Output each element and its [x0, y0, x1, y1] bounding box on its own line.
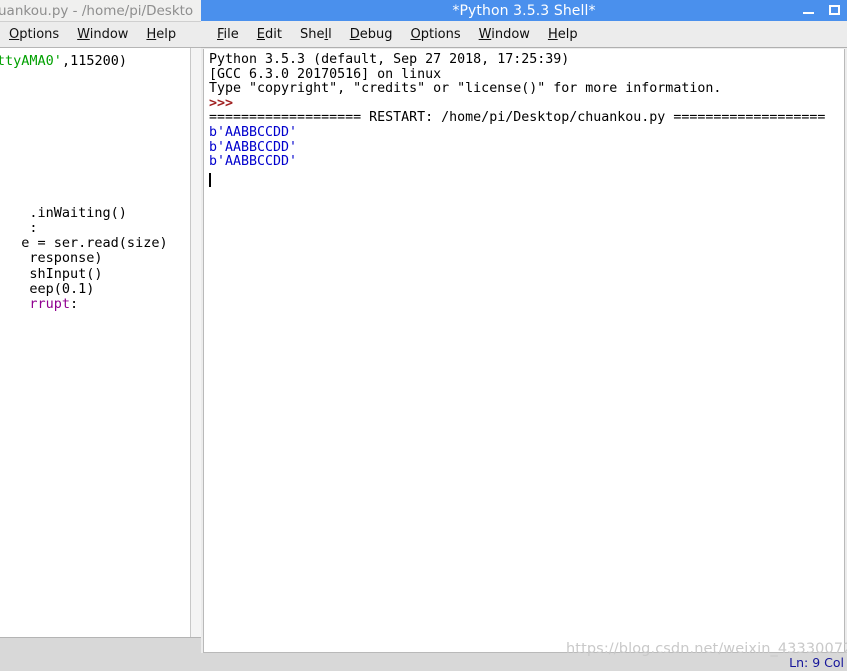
code-token: '/dev/ttyAMA0' — [0, 53, 62, 69]
code-token: ,115200) — [61, 53, 127, 69]
shell-titlebar[interactable]: *Python 3.5.3 Shell* — [201, 0, 847, 21]
shell-output-text: Python 3.5.3 (default, Sep 27 2018, 17:2… — [209, 52, 826, 170]
minimize-button[interactable] — [802, 4, 815, 17]
editor-line: eep(0.1) — [0, 280, 168, 297]
shell-menu-options[interactable]: Options — [401, 27, 469, 42]
shell-menu-debug-label: ebug — [359, 26, 393, 42]
shell-menu-shell-pre: She — [299, 26, 325, 42]
code-token: rrupt — [29, 296, 71, 312]
editor-statusbar — [0, 637, 203, 671]
editor-titlebar[interactable]: uankou.py - /home/pi/Deskto — [0, 0, 203, 21]
code-token: response) — [29, 250, 103, 267]
shell-output-area[interactable]: Python 3.5.3 (default, Sep 27 2018, 17:2… — [203, 49, 845, 653]
editor-menu-window[interactable]: Window — [68, 27, 137, 42]
shell-menu-edit-acc: E — [256, 26, 265, 42]
shell-menu-help-acc: H — [547, 26, 558, 42]
line-column-indicator: Ln: 9 Col — [789, 654, 844, 670]
editor-menubar[interactable]: Options Window Help — [0, 21, 203, 48]
shell-menu-file-label: ile — [223, 26, 239, 42]
code-token: shInput() — [29, 265, 103, 282]
shell-menu-window-acc: W — [478, 26, 492, 42]
shell-menu-debug-acc: D — [349, 26, 360, 42]
shell-menu-window[interactable]: Window — [470, 27, 539, 42]
shell-menu-edit[interactable]: Edit — [248, 27, 291, 42]
shell-menu-options-acc: O — [410, 26, 421, 42]
desktop-screen: uankou.py - /home/pi/Deskto Options Wind… — [0, 0, 847, 671]
text-cursor — [209, 173, 211, 187]
maximize-icon — [829, 5, 840, 15]
editor-menu-options-acc: O — [9, 27, 20, 42]
shell-menu-debug[interactable]: Debug — [341, 27, 402, 42]
editor-text-area[interactable]: ('/dev/ttyAMA0',115200)lse: .inWaiting()… — [0, 48, 190, 637]
shell-menu-shell-label: l — [328, 26, 332, 42]
shell-menu-edit-label: dit — [265, 26, 282, 42]
shell-menu-file[interactable]: File — [208, 27, 248, 42]
window-controls — [802, 0, 841, 21]
shell-menu-help-label: elp — [557, 26, 578, 42]
shell-menu-window-label: indow — [491, 26, 530, 42]
minimize-icon — [803, 12, 814, 14]
shell-menu-shell[interactable]: Shell — [291, 27, 341, 42]
code-token: : — [29, 220, 38, 237]
shell-window-title: *Python 3.5.3 Shell* — [452, 2, 596, 19]
python-shell-window[interactable]: *Python 3.5.3 Shell* File Edit Shell Deb… — [201, 0, 847, 671]
code-token: .inWaiting() — [29, 204, 127, 221]
editor-source-code: ('/dev/ttyAMA0',115200)lse: .inWaiting()… — [0, 53, 168, 312]
editor-line: lse: — [0, 69, 168, 84]
editor-line: .inWaiting() — [0, 204, 168, 221]
editor-window-title: uankou.py - /home/pi/Deskto — [0, 2, 194, 19]
editor-menu-options-label: ptions — [19, 27, 60, 42]
editor-line: e = ser.read(size) — [0, 235, 168, 252]
editor-line: ('/dev/ttyAMA0',115200) — [0, 53, 168, 69]
shell-line: =================== RESTART: /home/pi/De… — [209, 110, 826, 126]
editor-menu-help-acc: H — [146, 27, 157, 42]
shell-line: b'AABBCCDD' — [209, 124, 298, 140]
code-token: : — [70, 296, 79, 312]
shell-line: Type "copyright", "credits" or "license(… — [209, 81, 722, 97]
shell-line: b'AABBCCDD' — [209, 139, 298, 155]
editor-line: response) — [0, 251, 168, 266]
shell-line: b'AABBCCDD' — [209, 154, 298, 170]
shell-line: Python 3.5.3 (default, Sep 27 2018, 17:2… — [209, 52, 570, 67]
editor-line: rrupt: — [0, 296, 168, 312]
idle-editor-window[interactable]: uankou.py - /home/pi/Deskto Options Wind… — [0, 0, 204, 671]
editor-line: shInput() — [0, 265, 168, 282]
shell-line: [GCC 6.3.0 20170516] on linux — [209, 66, 442, 82]
code-token: eep(0.1) — [29, 280, 95, 297]
editor-menu-window-acc: W — [77, 27, 90, 42]
shell-menu-help[interactable]: Help — [539, 27, 587, 42]
shell-menu-options-label: ptions — [420, 26, 461, 42]
editor-menu-options[interactable]: Options — [0, 27, 68, 42]
shell-menubar[interactable]: File Edit Shell Debug Options Window Hel… — [201, 21, 847, 48]
shell-statusbar: Ln: 9 Col — [201, 653, 847, 671]
maximize-button[interactable] — [828, 4, 841, 17]
code-token: e = ser.read(size) — [21, 235, 168, 252]
editor-menu-help[interactable]: Help — [137, 27, 185, 42]
shell-line: >>> — [209, 95, 242, 111]
editor-menu-help-label: elp — [156, 27, 177, 42]
editor-menu-window-label: indow — [89, 27, 129, 42]
editor-line: : — [0, 220, 168, 237]
